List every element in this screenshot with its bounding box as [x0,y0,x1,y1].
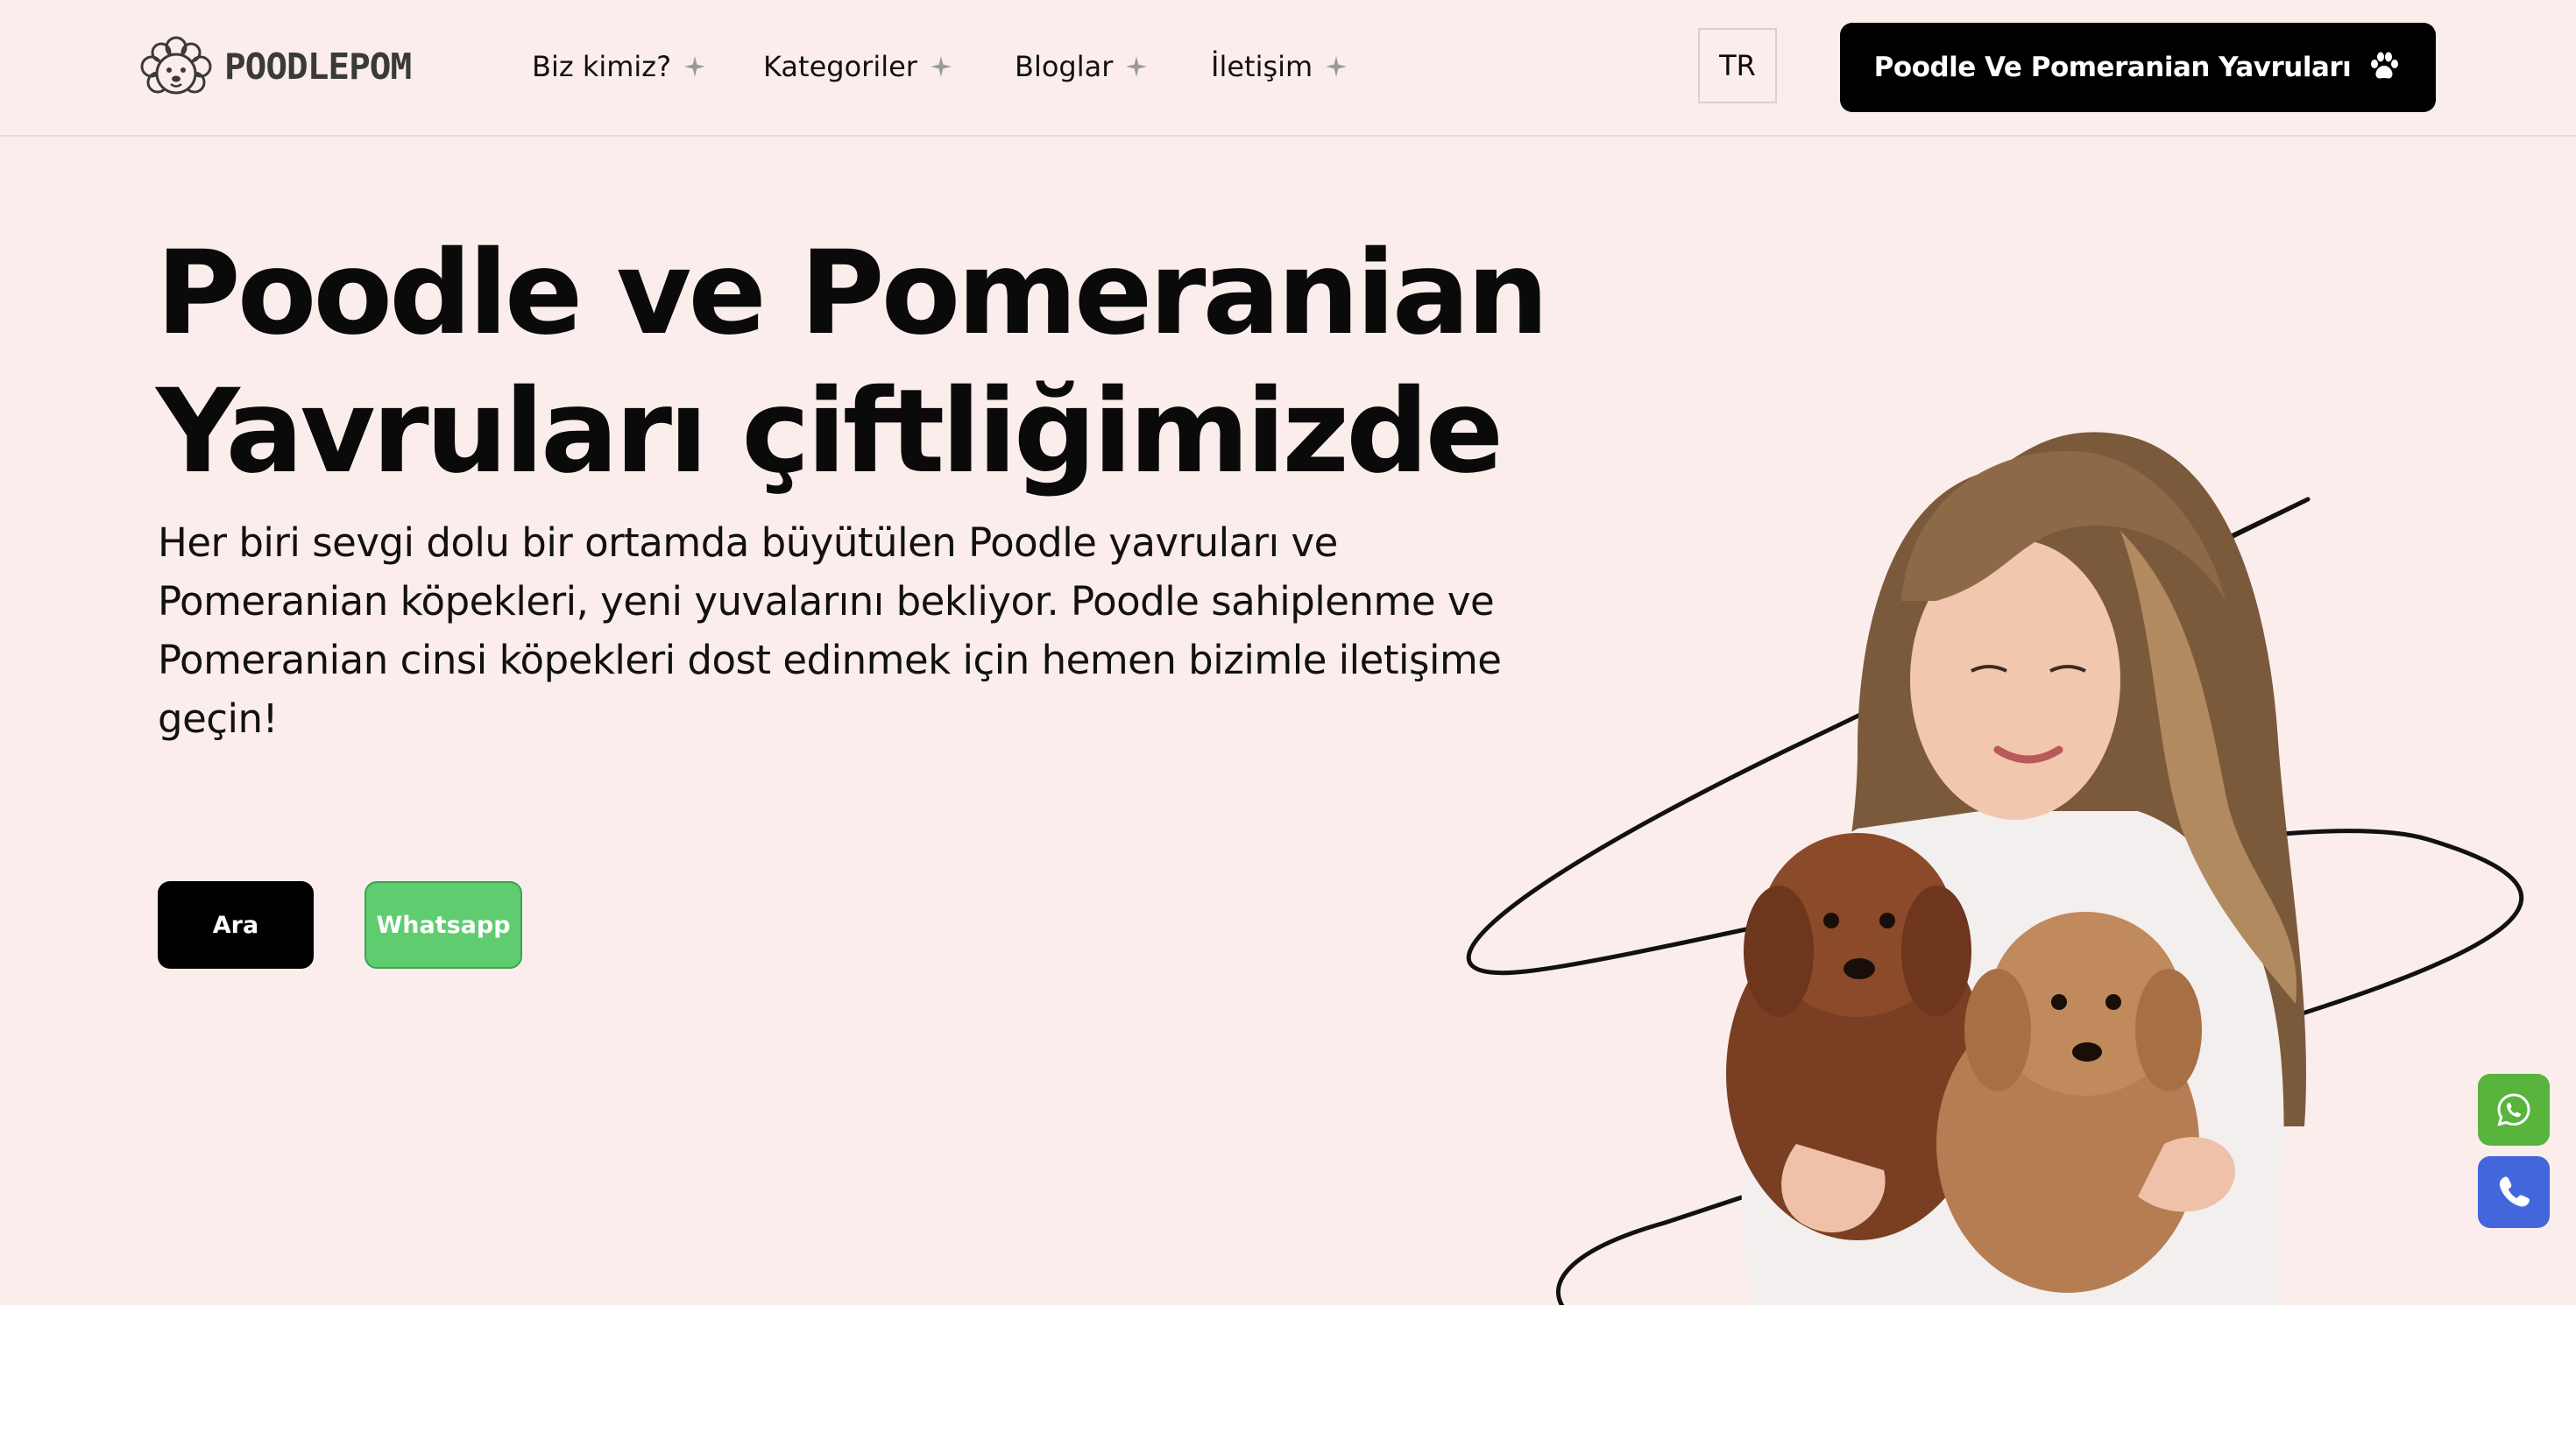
nav-item-biz-kimiz[interactable]: Biz kimiz? [532,44,706,89]
floating-whatsapp-button[interactable] [2478,1074,2550,1146]
nav-label: Kategoriler [763,50,917,83]
whatsapp-button[interactable]: Whatsapp [364,881,522,969]
nav-item-iletisim[interactable]: İletişim [1211,44,1348,89]
cta-label: Poodle Ve Pomeranian Yavruları [1873,52,2352,83]
sparkle-icon [931,56,952,77]
call-button[interactable]: Ara [158,881,314,969]
paw-icon [2371,52,2399,79]
hero-woman-with-puppies-image [1466,432,2524,1305]
hero-title-line1: Poodle ve Pomeranian [156,226,1549,361]
nav-item-kategoriler[interactable]: Kategoriler [763,44,952,89]
logo[interactable]: POODLEPOM [138,30,412,103]
language-switcher[interactable]: TR [1698,28,1777,103]
nav-label: İletişim [1211,50,1313,83]
site-header: POODLEPOM Biz kimiz? Kategoriler Bloglar… [0,0,2576,137]
hero-subtitle: Her biri sevgi dolu bir ortamda büyütüle… [158,519,1502,742]
nav-label: Bloglar [1015,50,1114,83]
poodle-logo-icon [140,36,212,95]
nav-label: Biz kimiz? [532,50,672,83]
hero-title: Poodle ve Pomeranian Yavruları çiftliğim… [156,224,1575,501]
phone-icon [2499,1176,2530,1207]
puppies-cta-button[interactable]: Poodle Ve Pomeranian Yavruları [1840,23,2436,112]
sparkle-icon [1126,56,1148,77]
sparkle-icon [1326,56,1348,77]
sparkle-icon [684,56,705,77]
logo-text: POODLEPOM [224,46,412,88]
hero-section: Poodle ve Pomeranian Yavruları çiftliğim… [0,137,2576,1305]
nav-item-bloglar[interactable]: Bloglar [1015,44,1148,89]
floating-phone-button[interactable] [2478,1156,2550,1228]
whatsapp-icon [2497,1093,2530,1126]
hero-title-line2: Yavruları çiftliğimizde [156,364,1504,499]
